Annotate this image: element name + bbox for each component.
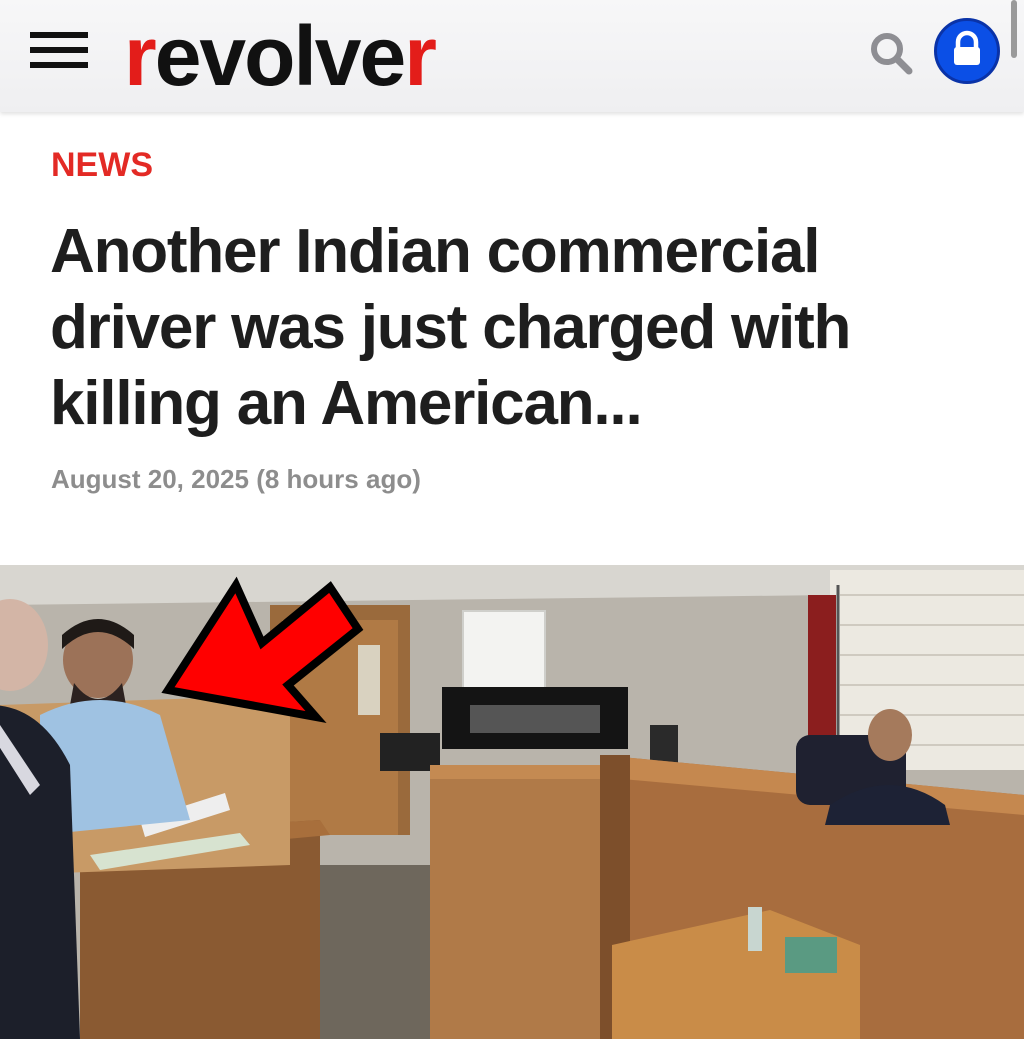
top-nav-bar: revolver	[0, 0, 1024, 112]
article-hero-image	[0, 565, 1024, 1039]
page: revolver NEWS Another Indian commercial …	[0, 0, 1024, 1039]
category-label[interactable]: NEWS	[51, 146, 153, 185]
publish-date: August 20, 2025 (8 hours ago)	[51, 464, 421, 494]
article-headline: Another Indian commercial driver was jus…	[50, 217, 851, 438]
scrollbar-thumb[interactable]	[1011, 0, 1017, 58]
hamburger-menu-icon[interactable]	[30, 28, 88, 72]
site-logo[interactable]: revolver	[124, 6, 437, 106]
lock-icon[interactable]	[934, 18, 1000, 84]
search-icon[interactable]	[868, 30, 914, 76]
